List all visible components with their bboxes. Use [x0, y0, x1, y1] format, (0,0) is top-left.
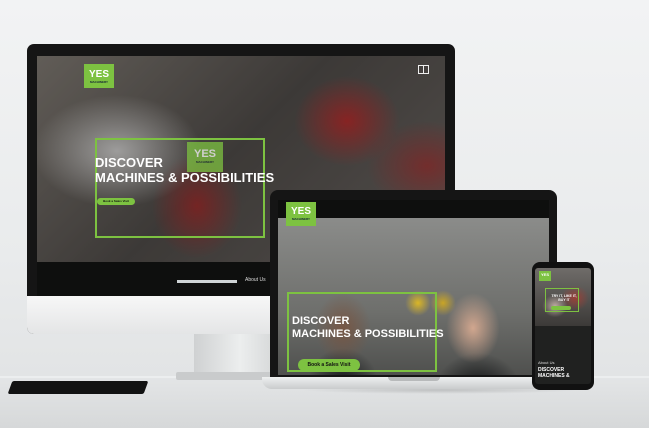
desktop-headline: DISCOVER MACHINES & POSSIBILITIES — [95, 155, 345, 186]
laptop-notch — [388, 377, 440, 381]
menu-icon[interactable] — [418, 65, 429, 74]
laptop-logo[interactable]: YES MACHINERY — [286, 202, 316, 226]
laptop-headline: DISCOVER MACHINES & POSSIBILITIES — [292, 315, 512, 340]
phone-logo[interactable]: YES — [539, 271, 551, 281]
phone-nav-about-us[interactable]: About Us — [538, 360, 554, 365]
laptop-headline-line2: MACHINES & POSSIBILITIES — [292, 327, 444, 340]
phone-headline: DISCOVER MACHINES & — [538, 367, 570, 379]
phone-banner-text: TRY IT, LIKE IT, BUY IT — [551, 294, 577, 303]
smartphone: YES TRY IT, LIKE IT, BUY IT About Us DIS… — [532, 262, 594, 390]
laptop-header-bar — [278, 200, 549, 218]
thumbnail-strip — [177, 280, 237, 283]
logo-text: YES — [88, 69, 109, 80]
phone-cta-button[interactable] — [551, 306, 571, 310]
laptop-headline-line1: DISCOVER — [292, 315, 350, 327]
desktop-logo[interactable]: YES MACHINERY — [84, 64, 114, 88]
logo-subtext: MACHINERY — [89, 80, 109, 84]
headline-line2: MACHINES & POSSIBILITIES — [95, 169, 275, 185]
nav-about-us[interactable]: About Us — [245, 277, 266, 283]
laptop-cta-button[interactable]: Book a Sales Visit — [298, 359, 360, 371]
phone-screen: YES TRY IT, LIKE IT, BUY IT About Us DIS… — [535, 268, 591, 384]
desktop-cta-button[interactable]: Book a Sales Visit — [97, 198, 135, 205]
headline-line1: DISCOVER — [95, 155, 163, 170]
notebook — [7, 381, 149, 394]
laptop: YES MACHINERY DISCOVER MACHINES & POSSIB… — [270, 190, 557, 377]
hero-green-frame — [95, 138, 265, 238]
laptop-screen: YES MACHINERY DISCOVER MACHINES & POSSIB… — [278, 200, 549, 375]
